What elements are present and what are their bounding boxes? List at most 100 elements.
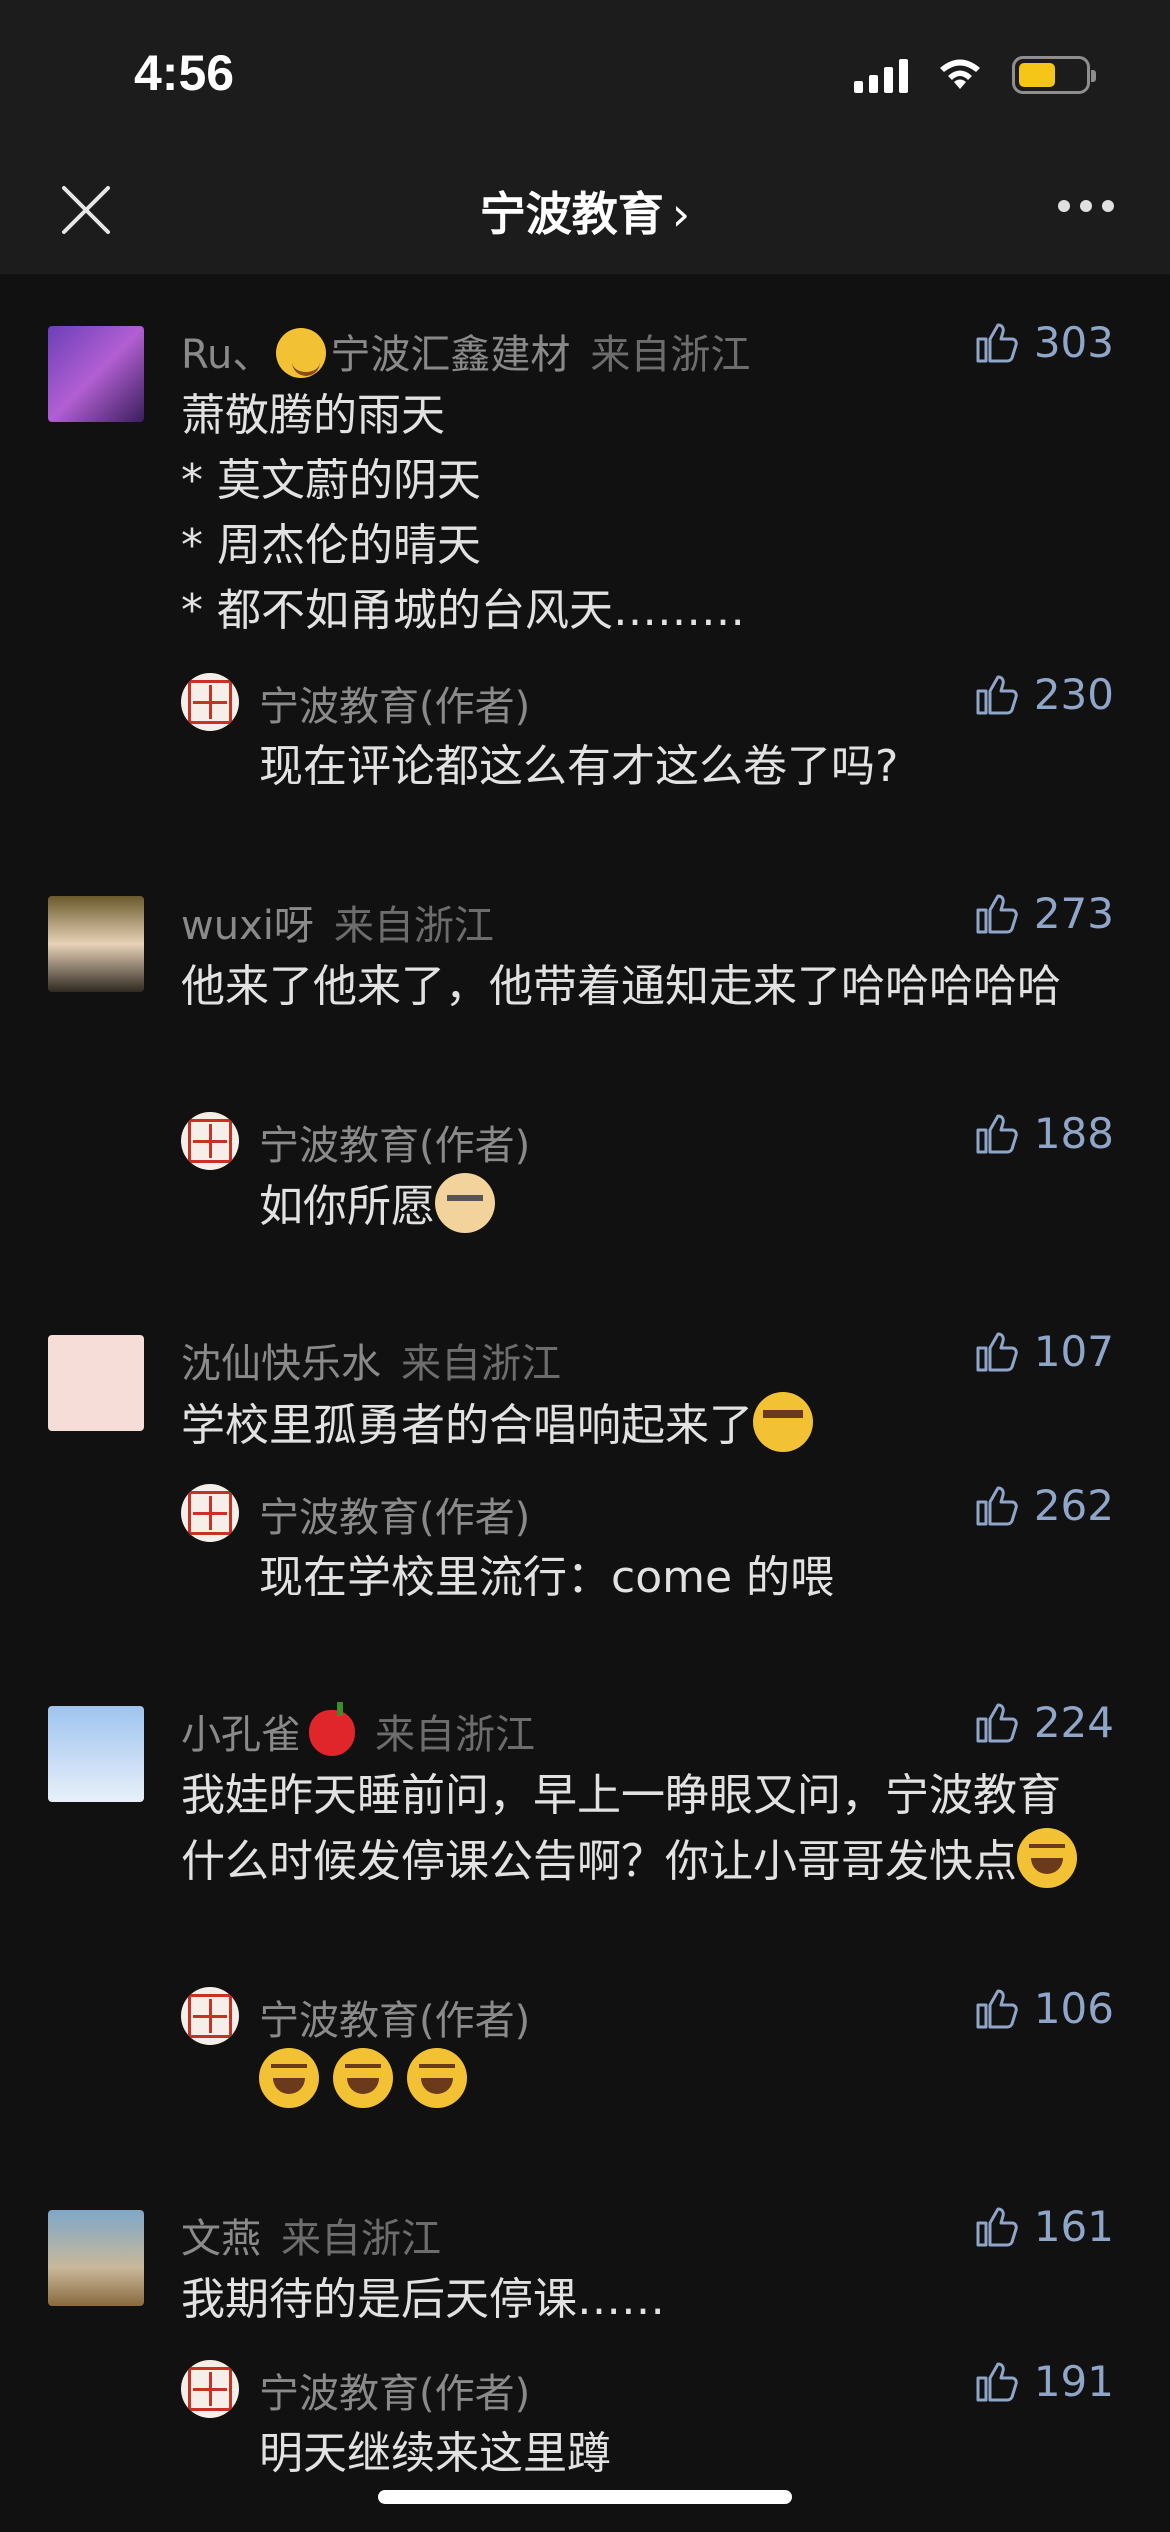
like-button[interactable]: 230 <box>972 670 1114 719</box>
battery-level <box>1019 63 1055 87</box>
reply-text: 现在评论都这么有才这么卷了吗? <box>259 741 899 792</box>
like-button[interactable]: 107 <box>972 1327 1114 1376</box>
comment-line: * 莫文蔚的阴天 <box>181 455 481 506</box>
like-button[interactable]: 303 <box>972 318 1114 367</box>
comment-text: 学校里孤勇者的合唱响起来了 <box>181 1392 1101 1458</box>
comment-meta: 文燕 来自浙江 <box>181 2206 441 2264</box>
battery-icon <box>1012 56 1096 94</box>
like-count: 230 <box>1033 670 1114 719</box>
status-time: 4:56 <box>134 45 235 101</box>
laughing-emoji-icon <box>333 2048 393 2108</box>
comment-text-content: 我娃昨天睡前问，早上一睁眼又问，宁波教育什么时候发停课公告啊？你让小哥哥发快点 <box>181 1770 1061 1887</box>
comment-username[interactable]: Ru、 <box>181 332 272 378</box>
signal-icon <box>854 57 908 93</box>
thinking-emoji-icon <box>753 1392 813 1452</box>
reply-text: 现在学校里流行：come 的喂 <box>259 1552 835 1603</box>
comment-text: 我期待的是后天停课…… <box>181 2274 665 2325</box>
like-count: 224 <box>1033 1698 1114 1747</box>
comment-meta: 沈仙快乐水 来自浙江 <box>181 1331 561 1389</box>
seal-logo-icon <box>188 1491 232 1535</box>
avatar[interactable] <box>48 896 144 992</box>
like-button[interactable]: 161 <box>972 2202 1114 2251</box>
seal-logo-icon <box>188 1119 232 1163</box>
page-title-text[interactable]: 宁波教育 <box>480 187 664 241</box>
avatar[interactable] <box>48 2210 144 2306</box>
status-icons <box>854 56 1096 94</box>
thumbs-up-icon <box>976 2362 1018 2401</box>
like-button[interactable]: 273 <box>972 889 1114 938</box>
comment-location: 来自浙江 <box>590 332 751 378</box>
author-avatar[interactable] <box>181 1484 239 1542</box>
author-avatar[interactable] <box>181 2360 239 2418</box>
avatar[interactable] <box>48 326 144 422</box>
like-count: 303 <box>1033 318 1114 367</box>
thumbs-up-icon <box>976 323 1018 362</box>
comment-line: * 都不如甬城的台风天……… <box>181 585 745 636</box>
comment-text: 他来了他来了，他带着通知走来了哈哈哈哈哈 <box>181 961 1061 1012</box>
like-button[interactable]: 188 <box>972 1109 1114 1158</box>
comment-username[interactable]: wuxi呀 <box>181 903 314 949</box>
reply-author-name[interactable]: 宁波教育(作者) <box>259 1485 530 1543</box>
nav-bar: 宁波教育 › <box>0 150 1170 274</box>
seal-logo-icon <box>188 1994 232 2038</box>
author-avatar[interactable] <box>181 1112 239 1170</box>
comment-line: 萧敬腾的雨天 <box>181 390 445 441</box>
comment-meta: Ru、 宁波汇鑫建材 来自浙江 <box>181 322 750 380</box>
page-title[interactable]: 宁波教育 › <box>0 178 1170 244</box>
cat-emoji-icon <box>435 1173 495 1233</box>
wifi-icon <box>940 59 980 89</box>
comment-line: * 周杰伦的晴天 <box>181 520 481 571</box>
thumbs-up-icon <box>976 1989 1018 2028</box>
like-count: 262 <box>1033 1481 1114 1530</box>
reply-author-name[interactable]: 宁波教育(作者) <box>259 2361 530 2419</box>
avatar[interactable] <box>48 1335 144 1431</box>
reply-text-content: 如你所愿 <box>259 1181 435 1232</box>
home-indicator[interactable] <box>378 2490 792 2504</box>
comment-location: 来自浙江 <box>401 1341 561 1387</box>
reply-author-name[interactable]: 宁波教育(作者) <box>259 1113 530 1171</box>
apple-emoji-icon <box>309 1702 355 1756</box>
like-count: 107 <box>1033 1327 1114 1376</box>
seal-logo-icon <box>188 2367 232 2411</box>
comment-username[interactable]: 文燕 <box>181 2216 261 2262</box>
comment-text: 我娃昨天睡前问，早上一睁眼又问，宁波教育什么时候发停课公告啊？你让小哥哥发快点 <box>181 1763 1101 1894</box>
comment-username[interactable]: 小孔雀 <box>181 1712 301 1758</box>
more-icon[interactable] <box>1058 200 1114 212</box>
comment-username[interactable]: 沈仙快乐水 <box>181 1341 381 1387</box>
laughing-emoji-icon <box>407 2048 467 2108</box>
comment-username-suffix[interactable]: 宁波汇鑫建材 <box>330 332 570 378</box>
like-button[interactable]: 224 <box>972 1698 1114 1747</box>
like-count: 161 <box>1033 2202 1114 2251</box>
reply-text: 如你所愿 <box>259 1173 1059 1239</box>
thumbs-up-icon <box>976 1114 1018 1153</box>
comment-location: 来自浙江 <box>375 1712 535 1758</box>
like-count: 106 <box>1033 1984 1114 2033</box>
reply-author-name[interactable]: 宁波教育(作者) <box>259 674 530 732</box>
comment-location: 来自浙江 <box>333 903 494 949</box>
laughing-emoji-icon <box>259 2048 319 2108</box>
like-button[interactable]: 191 <box>972 2357 1114 2406</box>
like-count: 188 <box>1033 1109 1114 1158</box>
avatar[interactable] <box>48 1706 144 1802</box>
smile-emoji-icon <box>276 328 327 378</box>
thumbs-up-icon <box>976 1703 1018 1742</box>
like-count: 191 <box>1033 2357 1114 2406</box>
like-button[interactable]: 262 <box>972 1481 1114 1530</box>
thumbs-up-icon <box>976 675 1018 714</box>
chevron-right-icon[interactable]: › <box>672 187 690 241</box>
reply-text <box>259 2048 1059 2114</box>
author-avatar[interactable] <box>181 1987 239 2045</box>
thumbs-up-icon <box>976 894 1018 933</box>
laughing-emoji-icon <box>1017 1828 1077 1888</box>
like-button[interactable]: 106 <box>972 1984 1114 2033</box>
comment-location: 来自浙江 <box>281 2216 441 2262</box>
thumbs-up-icon <box>976 1332 1018 1371</box>
reply-text: 明天继续来这里蹲 <box>259 2428 611 2479</box>
thumbs-up-icon <box>976 1486 1018 1525</box>
comment-text-content: 学校里孤勇者的合唱响起来了 <box>181 1400 753 1451</box>
comment-meta: 小孔雀 来自浙江 <box>181 1702 535 1760</box>
status-bar: 4:56 <box>0 0 1170 150</box>
author-avatar[interactable] <box>181 673 239 731</box>
comment-meta: wuxi呀 来自浙江 <box>181 893 494 951</box>
reply-author-name[interactable]: 宁波教育(作者) <box>259 1988 530 2046</box>
